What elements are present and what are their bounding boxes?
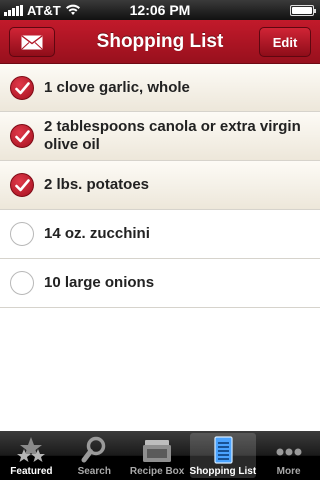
tab-search[interactable]: Search bbox=[63, 431, 126, 480]
item-text: 14 oz. zucchini bbox=[44, 225, 150, 242]
unchecked-checkbox[interactable] bbox=[10, 271, 34, 295]
unchecked-checkbox[interactable] bbox=[10, 222, 34, 246]
battery-fill bbox=[292, 7, 312, 14]
checkmark-icon bbox=[15, 81, 30, 94]
checkmark-icon bbox=[15, 179, 30, 192]
checked-checkbox[interactable] bbox=[10, 173, 34, 197]
nav-bar: Shopping List Edit bbox=[0, 20, 320, 64]
tab-label: Search bbox=[77, 466, 111, 477]
list-item[interactable]: 1 clove garlic, whole bbox=[0, 64, 320, 112]
item-text: 10 large onions bbox=[44, 274, 155, 291]
tab-label: More bbox=[276, 466, 301, 477]
magnifier-icon bbox=[81, 436, 106, 463]
tab-more[interactable]: More bbox=[257, 431, 320, 480]
shopping-list: 1 clove garlic, whole 2 tablespoons canol… bbox=[0, 64, 320, 308]
tab-label: Featured bbox=[10, 466, 53, 477]
battery-icon bbox=[290, 5, 316, 16]
tab-featured[interactable]: Featured bbox=[0, 431, 63, 480]
more-dots-icon bbox=[276, 448, 302, 456]
list-item[interactable]: 10 large onions bbox=[0, 259, 320, 308]
status-time: 12:06 PM bbox=[129, 2, 191, 18]
list-item[interactable]: 14 oz. zucchini bbox=[0, 210, 320, 259]
checked-checkbox[interactable] bbox=[10, 75, 34, 100]
tab-label: Shopping List bbox=[189, 466, 257, 477]
edit-button[interactable]: Edit bbox=[259, 27, 311, 57]
item-text: 2 tablespoons canola or extra virgin oli… bbox=[44, 118, 301, 153]
stars-icon bbox=[17, 437, 46, 462]
item-text: 2 lbs. potatoes bbox=[44, 176, 150, 193]
checkmark-icon bbox=[15, 130, 30, 143]
checked-checkbox[interactable] bbox=[10, 124, 34, 148]
list-item[interactable]: 2 tablespoons canola or extra virgin oli… bbox=[0, 112, 320, 161]
tab-bar: Featured Search Recipe Box Shopping List bbox=[0, 431, 320, 480]
item-text: 1 clove garlic, whole bbox=[44, 78, 190, 96]
recipe-box-icon bbox=[143, 440, 172, 462]
tab-label: Recipe Box bbox=[129, 466, 185, 477]
list-item[interactable]: 2 lbs. potatoes bbox=[0, 161, 320, 210]
tab-shopping-list[interactable]: Shopping List bbox=[189, 433, 257, 478]
notepad-icon bbox=[214, 436, 233, 464]
status-bar: AT&T 12:06 PM bbox=[0, 0, 320, 20]
tab-recipe-box[interactable]: Recipe Box bbox=[126, 431, 189, 480]
